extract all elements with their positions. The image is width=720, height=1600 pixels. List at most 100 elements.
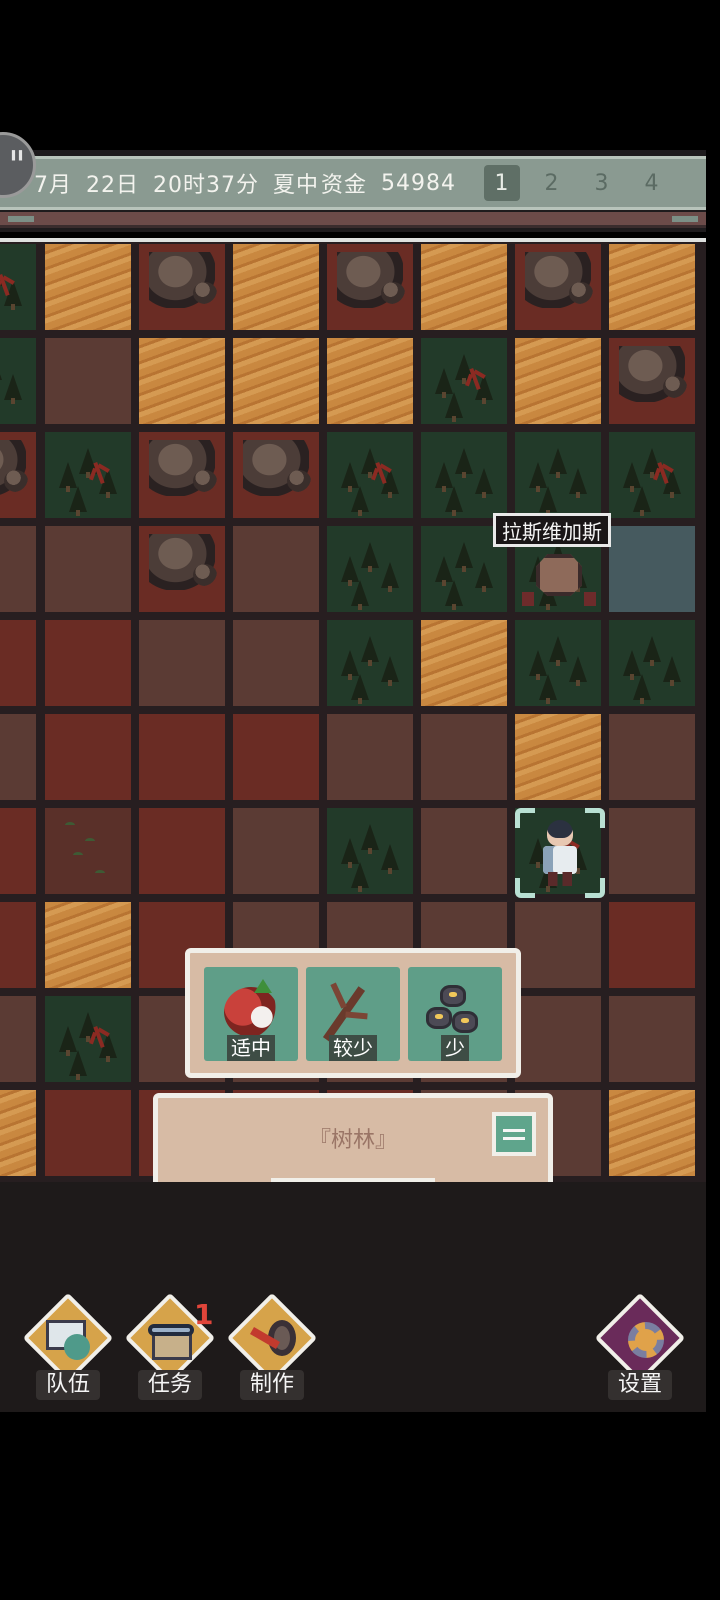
tree-icon: [361, 542, 379, 572]
map-tile[interactable]: [609, 808, 695, 894]
rock-icon: [149, 252, 217, 308]
map-tile[interactable]: [515, 244, 601, 330]
map-tile[interactable]: [45, 714, 131, 800]
map-tile[interactable]: [139, 432, 225, 518]
resource-slot-fruit[interactable]: 适中: [204, 967, 298, 1061]
status-bar: 7月 22日 20时37分 夏中 资金 54984 1 2 3 4: [0, 150, 706, 232]
map-tile[interactable]: [609, 714, 695, 800]
map-tile[interactable]: [233, 244, 319, 330]
rock-icon: [0, 440, 28, 496]
map-tile[interactable]: [139, 338, 225, 424]
map-tile[interactable]: [421, 244, 507, 330]
map-tile[interactable]: [609, 1090, 695, 1176]
map-tile[interactable]: [327, 714, 413, 800]
map-tile[interactable]: [327, 620, 413, 706]
speed-tab-1[interactable]: 1: [484, 165, 521, 201]
resource-slot-branch[interactable]: 较少: [306, 967, 400, 1061]
player-character[interactable]: [515, 808, 605, 898]
map-tile[interactable]: [609, 244, 695, 330]
speed-tab-4[interactable]: 4: [634, 165, 670, 201]
resource-panel: 适中 较少 少: [185, 948, 521, 1078]
map-tile[interactable]: [233, 808, 319, 894]
map-tile[interactable]: [327, 432, 413, 518]
map-tile[interactable]: [233, 620, 319, 706]
map-tile[interactable]: [0, 620, 36, 706]
quests-button[interactable]: 1 任务: [122, 1292, 218, 1400]
map-tile[interactable]: [609, 996, 695, 1082]
speed-tab-2[interactable]: 2: [534, 165, 570, 201]
map-tile[interactable]: [421, 338, 507, 424]
map-tile[interactable]: [139, 244, 225, 330]
tree-icon: [351, 862, 369, 892]
tree-icon: [381, 844, 399, 874]
rock-icon: [149, 440, 217, 496]
tree-icon: [623, 650, 641, 680]
terrain-name: 『树林』: [308, 1128, 397, 1153]
resource-slot-ore[interactable]: 少: [408, 967, 502, 1061]
craft-button[interactable]: 制作: [224, 1292, 320, 1400]
map-tile[interactable]: [327, 808, 413, 894]
map-tile[interactable]: [0, 808, 36, 894]
map-tile[interactable]: [0, 244, 36, 330]
map-tile[interactable]: [45, 1090, 131, 1176]
map-tile[interactable]: [515, 714, 601, 800]
map-tile[interactable]: [0, 714, 36, 800]
map-tile[interactable]: [515, 338, 601, 424]
map-tile[interactable]: [45, 902, 131, 988]
map-tile[interactable]: [45, 808, 131, 894]
map-tile[interactable]: [45, 338, 131, 424]
map-tile[interactable]: [421, 808, 507, 894]
map-tile[interactable]: [421, 620, 507, 706]
map-tile[interactable]: [515, 902, 601, 988]
menu-button[interactable]: [492, 1112, 536, 1156]
map-tile[interactable]: [45, 620, 131, 706]
map-tile[interactable]: [0, 902, 36, 988]
map-tile[interactable]: [421, 714, 507, 800]
tree-icon: [569, 656, 587, 686]
map-tile[interactable]: [233, 432, 319, 518]
city-label[interactable]: 拉斯维加斯: [493, 513, 611, 547]
tree-icon: [549, 448, 567, 478]
rock-icon: [525, 252, 593, 308]
map-tile[interactable]: [609, 338, 695, 424]
map-tile[interactable]: [515, 620, 601, 706]
map-tile[interactable]: [139, 808, 225, 894]
tree-icon: [341, 838, 359, 868]
map-tile[interactable]: [233, 338, 319, 424]
map-tile[interactable]: [0, 526, 36, 612]
map-tile[interactable]: [609, 902, 695, 988]
map-tile[interactable]: [139, 714, 225, 800]
map-tile[interactable]: [0, 996, 36, 1082]
settings-button[interactable]: 设置: [592, 1292, 688, 1400]
rock-icon: [619, 346, 687, 402]
map-tile[interactable]: [421, 432, 507, 518]
map-tile[interactable]: [609, 526, 695, 612]
map-tile[interactable]: [327, 244, 413, 330]
map-tile[interactable]: [233, 526, 319, 612]
map-tile[interactable]: [609, 620, 695, 706]
city-building-icon[interactable]: [522, 548, 596, 610]
map-tile[interactable]: [0, 338, 36, 424]
map-tile[interactable]: [233, 714, 319, 800]
map-tile[interactable]: [0, 1090, 36, 1176]
map-tile[interactable]: [45, 432, 131, 518]
map-tile[interactable]: [327, 338, 413, 424]
team-button[interactable]: 队伍: [20, 1292, 116, 1400]
map-tile[interactable]: [327, 526, 413, 612]
map-tile[interactable]: [45, 244, 131, 330]
map-tile[interactable]: [139, 526, 225, 612]
map-tile[interactable]: [515, 432, 601, 518]
map-tile[interactable]: [45, 526, 131, 612]
tree-icon: [539, 486, 557, 516]
speed-tab-3[interactable]: 3: [584, 165, 620, 201]
map-tile[interactable]: [609, 432, 695, 518]
team-icon: [46, 1320, 92, 1360]
map-tile[interactable]: [139, 620, 225, 706]
map-tile[interactable]: [45, 996, 131, 1082]
quests-icon: [148, 1320, 194, 1360]
map-tile[interactable]: [515, 996, 601, 1082]
tree-icon: [529, 650, 547, 680]
tree-icon: [455, 448, 473, 478]
map-tile[interactable]: [0, 432, 36, 518]
tree-icon: [341, 650, 359, 680]
